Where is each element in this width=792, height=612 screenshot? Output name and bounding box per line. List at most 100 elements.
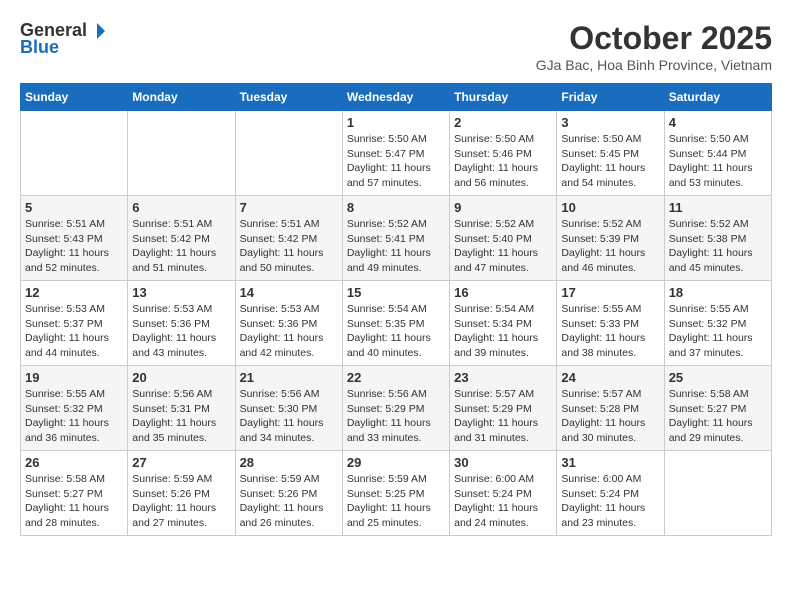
- day-number: 6: [132, 200, 230, 215]
- calendar-cell: 31Sunrise: 6:00 AM Sunset: 5:24 PM Dayli…: [557, 451, 664, 536]
- day-number: 16: [454, 285, 552, 300]
- day-info: Sunrise: 5:51 AM Sunset: 5:42 PM Dayligh…: [240, 217, 338, 276]
- calendar-cell: [21, 111, 128, 196]
- day-info: Sunrise: 5:50 AM Sunset: 5:45 PM Dayligh…: [561, 132, 659, 191]
- calendar-cell: 2 Sunrise: 5:50 AM Sunset: 5:46 PM Daylig…: [450, 111, 557, 196]
- calendar-cell: 30 Sunrise: 6:00 AM Sunset: 5:24 PM Dayli…: [450, 451, 557, 536]
- day-info: Sunrise: 6:00 AM Sunset: 5:24 PM Dayligh…: [454, 472, 552, 531]
- day-info: Sunrise: 5:51 AM Sunset: 5:43 PM Dayligh…: [25, 217, 123, 276]
- day-number: 23: [454, 370, 552, 385]
- day-number: 1: [347, 115, 445, 130]
- day-info: Sunrise: 5:52 AM Sunset: 5:39 PM Dayligh…: [561, 217, 659, 276]
- day-info: Sunrise: 5:56 AM Sunset: 5:29 PM Dayligh…: [347, 387, 445, 446]
- title-area: October 2025 GJa Bac, Hoa Binh Province,…: [536, 20, 772, 73]
- calendar-cell: 11 Sunrise: 5:52 AM Sunset: 5:38 PM Dayli…: [664, 196, 771, 281]
- day-info: Sunrise: 5:55 AM Sunset: 5:32 PM Dayligh…: [669, 302, 767, 361]
- calendar-cell: 19 Sunrise: 5:55 AM Sunset: 5:32 PM Dayli…: [21, 366, 128, 451]
- day-info: Sunrise: 5:50 AM Sunset: 5:47 PM Dayligh…: [347, 132, 445, 191]
- logo-blue: Blue: [20, 37, 59, 58]
- calendar-header-cell: Thursday: [450, 84, 557, 111]
- day-number: 12: [25, 285, 123, 300]
- month-title: October 2025: [536, 20, 772, 57]
- location-title: GJa Bac, Hoa Binh Province, Vietnam: [536, 57, 772, 73]
- calendar-cell: 9 Sunrise: 5:52 AM Sunset: 5:40 PM Daylig…: [450, 196, 557, 281]
- calendar-cell: [664, 451, 771, 536]
- day-number: 5: [25, 200, 123, 215]
- day-info: Sunrise: 5:54 AM Sunset: 5:34 PM Dayligh…: [454, 302, 552, 361]
- day-info: Sunrise: 5:58 AM Sunset: 5:27 PM Dayligh…: [669, 387, 767, 446]
- day-info: Sunrise: 5:57 AM Sunset: 5:29 PM Dayligh…: [454, 387, 552, 446]
- calendar-cell: [128, 111, 235, 196]
- calendar-header-cell: Monday: [128, 84, 235, 111]
- calendar-cell: 23 Sunrise: 5:57 AM Sunset: 5:29 PM Dayli…: [450, 366, 557, 451]
- calendar-cell: 7Sunrise: 5:51 AM Sunset: 5:42 PM Daylig…: [235, 196, 342, 281]
- calendar-row: 26 Sunrise: 5:58 AM Sunset: 5:27 PM Dayli…: [21, 451, 772, 536]
- day-info: Sunrise: 5:52 AM Sunset: 5:41 PM Dayligh…: [347, 217, 445, 276]
- calendar-header-cell: Friday: [557, 84, 664, 111]
- day-number: 13: [132, 285, 230, 300]
- calendar-cell: 15Sunrise: 5:54 AM Sunset: 5:35 PM Dayli…: [342, 281, 449, 366]
- day-number: 27: [132, 455, 230, 470]
- calendar-row: 5 Sunrise: 5:51 AM Sunset: 5:43 PM Daylig…: [21, 196, 772, 281]
- calendar-cell: 28Sunrise: 5:59 AM Sunset: 5:26 PM Dayli…: [235, 451, 342, 536]
- day-info: Sunrise: 5:58 AM Sunset: 5:27 PM Dayligh…: [25, 472, 123, 531]
- day-number: 14: [240, 285, 338, 300]
- day-number: 30: [454, 455, 552, 470]
- day-number: 9: [454, 200, 552, 215]
- day-info: Sunrise: 5:51 AM Sunset: 5:42 PM Dayligh…: [132, 217, 230, 276]
- calendar-header-cell: Wednesday: [342, 84, 449, 111]
- calendar-row: 12 Sunrise: 5:53 AM Sunset: 5:37 PM Dayli…: [21, 281, 772, 366]
- header: General Blue October 2025 GJa Bac, Hoa B…: [20, 20, 772, 73]
- day-number: 31: [561, 455, 659, 470]
- calendar-cell: 8 Sunrise: 5:52 AM Sunset: 5:41 PM Daylig…: [342, 196, 449, 281]
- day-number: 17: [561, 285, 659, 300]
- calendar-cell: 20Sunrise: 5:56 AM Sunset: 5:31 PM Dayli…: [128, 366, 235, 451]
- day-info: Sunrise: 5:53 AM Sunset: 5:37 PM Dayligh…: [25, 302, 123, 361]
- logo-icon: [88, 22, 106, 40]
- calendar-cell: 10Sunrise: 5:52 AM Sunset: 5:39 PM Dayli…: [557, 196, 664, 281]
- day-info: Sunrise: 5:52 AM Sunset: 5:40 PM Dayligh…: [454, 217, 552, 276]
- day-number: 15: [347, 285, 445, 300]
- day-number: 26: [25, 455, 123, 470]
- calendar-cell: 1 Sunrise: 5:50 AM Sunset: 5:47 PM Daylig…: [342, 111, 449, 196]
- day-number: 8: [347, 200, 445, 215]
- calendar-cell: 14Sunrise: 5:53 AM Sunset: 5:36 PM Dayli…: [235, 281, 342, 366]
- calendar-cell: 16 Sunrise: 5:54 AM Sunset: 5:34 PM Dayli…: [450, 281, 557, 366]
- day-number: 29: [347, 455, 445, 470]
- calendar-cell: 26 Sunrise: 5:58 AM Sunset: 5:27 PM Dayli…: [21, 451, 128, 536]
- day-info: Sunrise: 5:59 AM Sunset: 5:25 PM Dayligh…: [347, 472, 445, 531]
- calendar-row: 19 Sunrise: 5:55 AM Sunset: 5:32 PM Dayli…: [21, 366, 772, 451]
- day-info: Sunrise: 5:55 AM Sunset: 5:33 PM Dayligh…: [561, 302, 659, 361]
- day-info: Sunrise: 5:55 AM Sunset: 5:32 PM Dayligh…: [25, 387, 123, 446]
- calendar-cell: 29 Sunrise: 5:59 AM Sunset: 5:25 PM Dayli…: [342, 451, 449, 536]
- day-info: Sunrise: 5:50 AM Sunset: 5:46 PM Dayligh…: [454, 132, 552, 191]
- day-number: 11: [669, 200, 767, 215]
- day-info: Sunrise: 5:56 AM Sunset: 5:30 PM Dayligh…: [240, 387, 338, 446]
- day-info: Sunrise: 5:50 AM Sunset: 5:44 PM Dayligh…: [669, 132, 767, 191]
- day-number: 21: [240, 370, 338, 385]
- day-info: Sunrise: 5:53 AM Sunset: 5:36 PM Dayligh…: [132, 302, 230, 361]
- calendar-header-cell: Sunday: [21, 84, 128, 111]
- day-number: 22: [347, 370, 445, 385]
- calendar-row: 1 Sunrise: 5:50 AM Sunset: 5:47 PM Daylig…: [21, 111, 772, 196]
- calendar-body: 1 Sunrise: 5:50 AM Sunset: 5:47 PM Daylig…: [21, 111, 772, 536]
- day-info: Sunrise: 5:59 AM Sunset: 5:26 PM Dayligh…: [132, 472, 230, 531]
- day-info: Sunrise: 5:56 AM Sunset: 5:31 PM Dayligh…: [132, 387, 230, 446]
- day-number: 3: [561, 115, 659, 130]
- day-info: Sunrise: 5:52 AM Sunset: 5:38 PM Dayligh…: [669, 217, 767, 276]
- calendar-cell: 4Sunrise: 5:50 AM Sunset: 5:44 PM Daylig…: [664, 111, 771, 196]
- calendar-header-cell: Saturday: [664, 84, 771, 111]
- day-number: 28: [240, 455, 338, 470]
- calendar-header-row: SundayMondayTuesdayWednesdayThursdayFrid…: [21, 84, 772, 111]
- calendar-cell: 6 Sunrise: 5:51 AM Sunset: 5:42 PM Daylig…: [128, 196, 235, 281]
- calendar-cell: 22 Sunrise: 5:56 AM Sunset: 5:29 PM Dayli…: [342, 366, 449, 451]
- day-number: 2: [454, 115, 552, 130]
- day-number: 18: [669, 285, 767, 300]
- day-info: Sunrise: 5:57 AM Sunset: 5:28 PM Dayligh…: [561, 387, 659, 446]
- calendar-cell: [235, 111, 342, 196]
- calendar-cell: 21 Sunrise: 5:56 AM Sunset: 5:30 PM Dayli…: [235, 366, 342, 451]
- day-number: 24: [561, 370, 659, 385]
- calendar-cell: 25Sunrise: 5:58 AM Sunset: 5:27 PM Dayli…: [664, 366, 771, 451]
- day-number: 19: [25, 370, 123, 385]
- calendar: SundayMondayTuesdayWednesdayThursdayFrid…: [20, 83, 772, 536]
